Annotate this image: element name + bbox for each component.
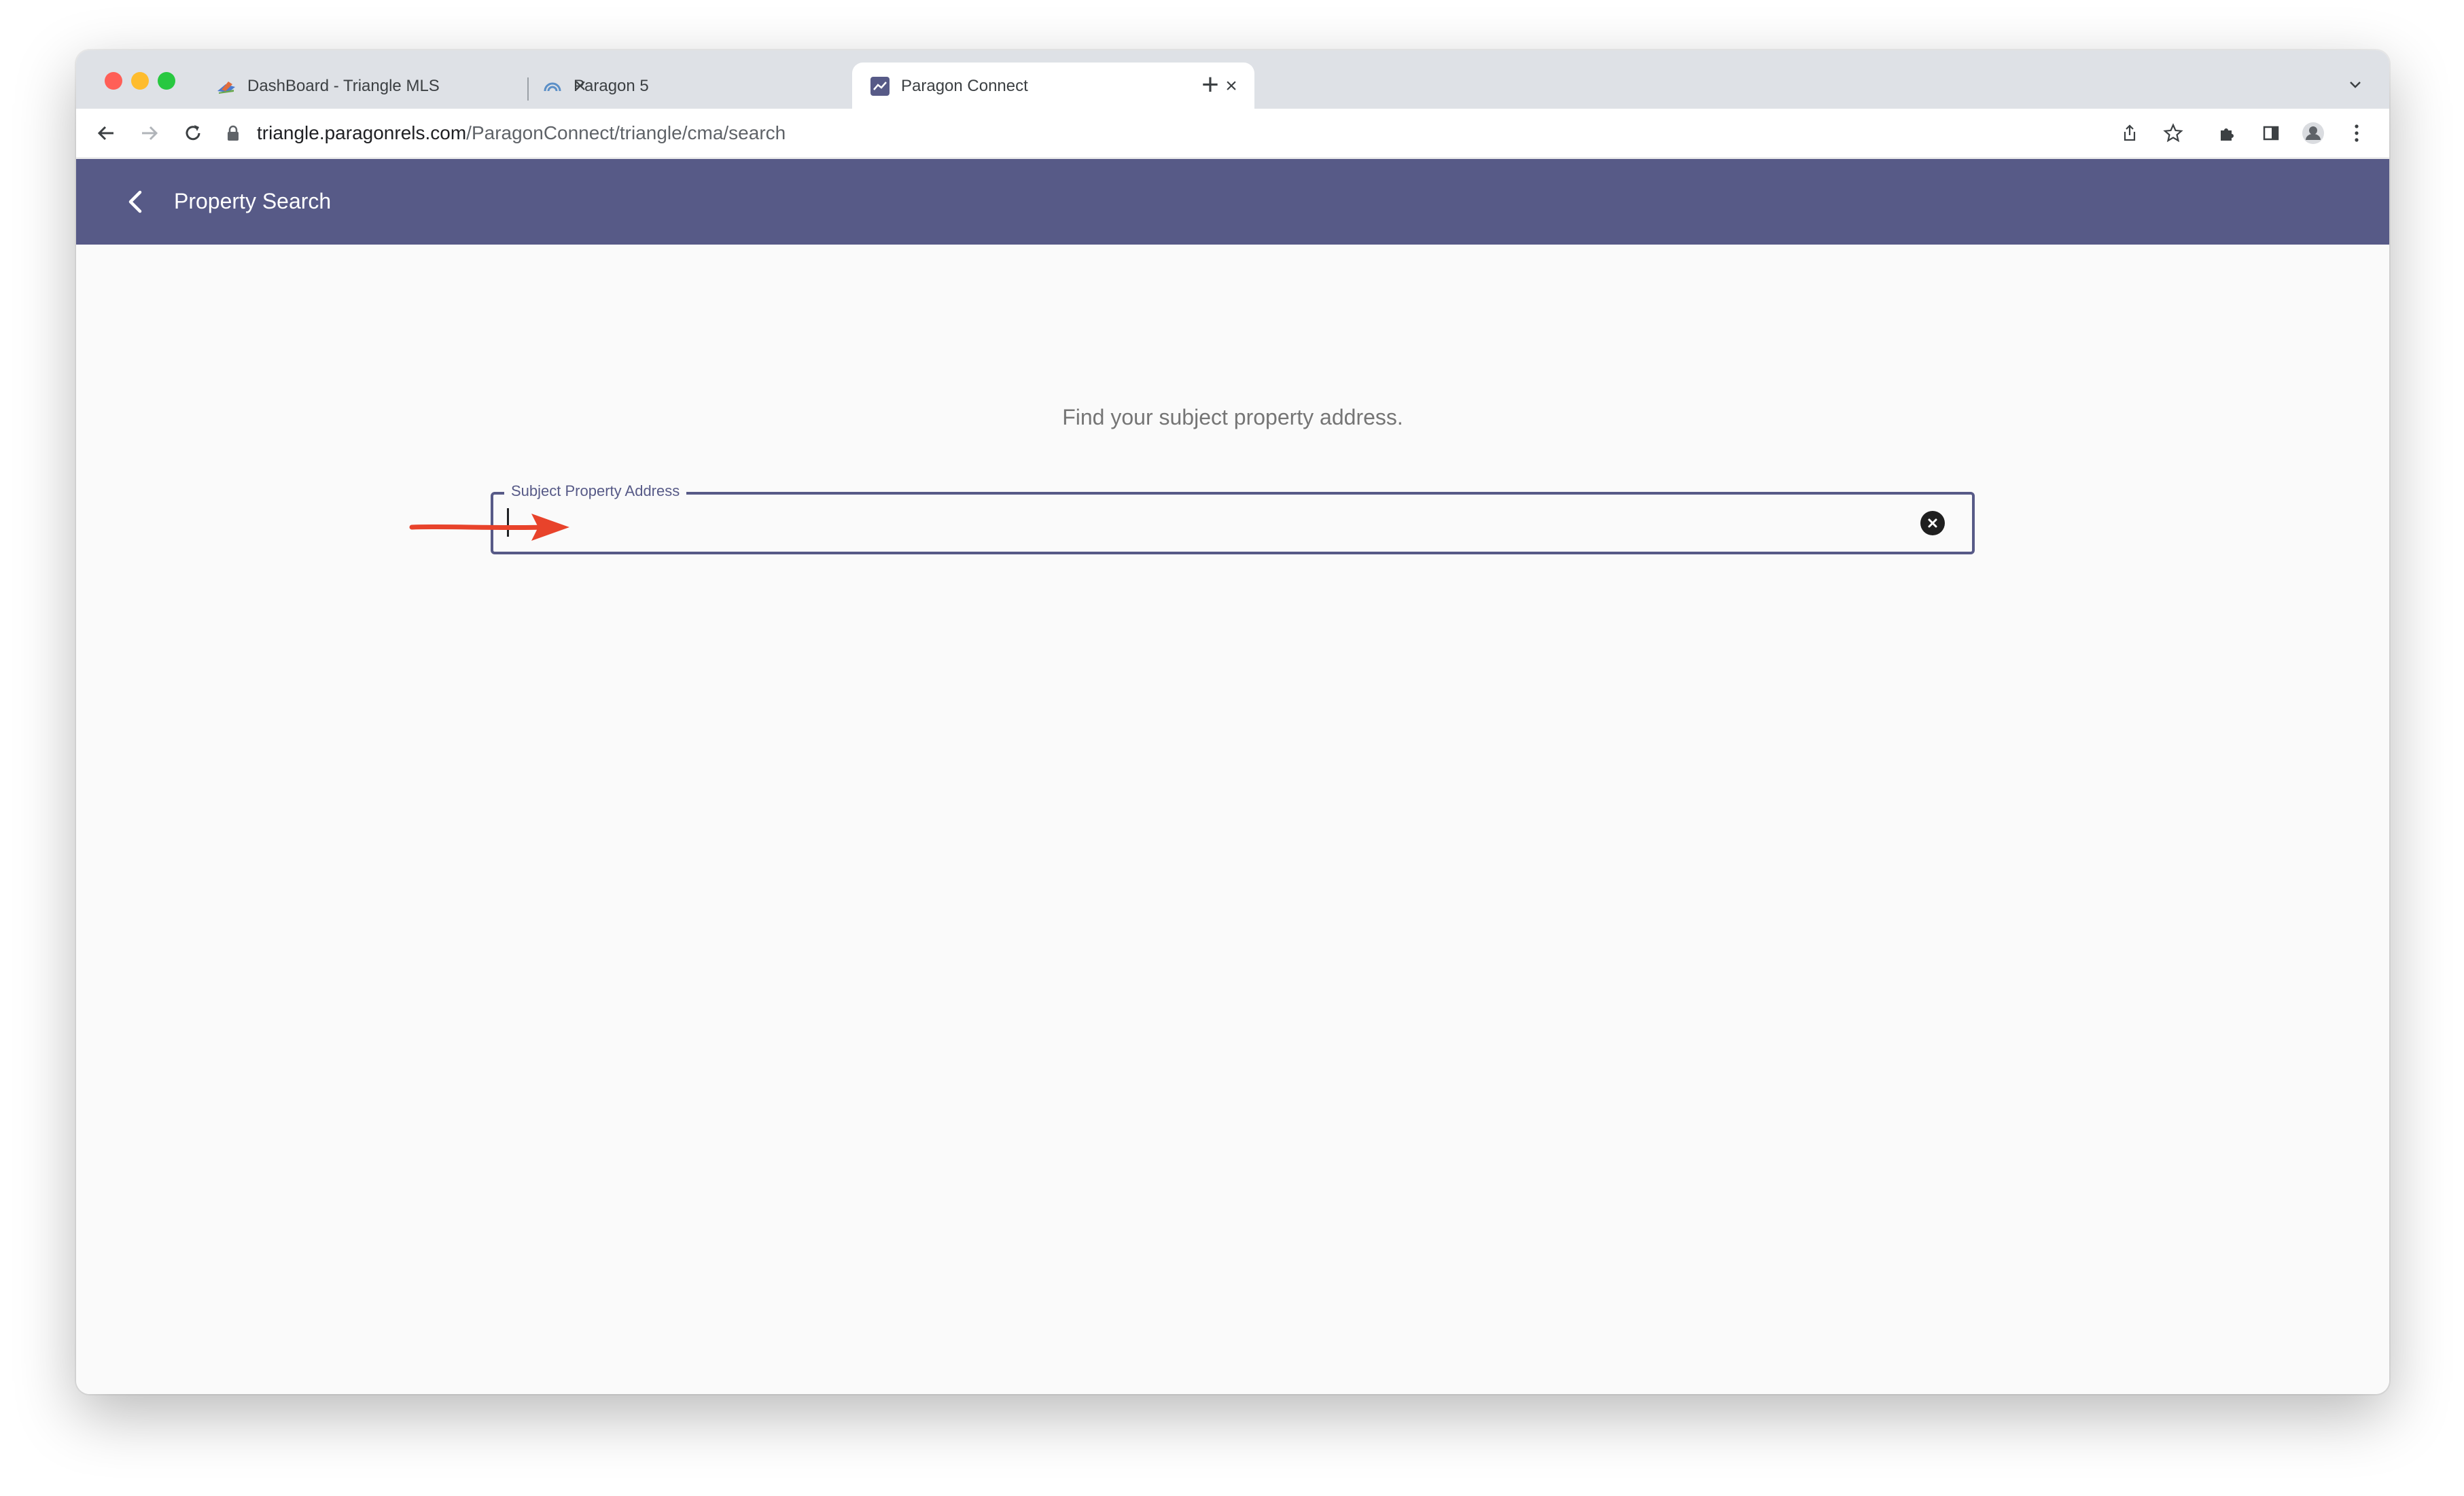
browser-window: DashBoard - Triangle MLS × Paragon 5 × P… — [76, 50, 2389, 1394]
side-panel-icon[interactable] — [2257, 120, 2285, 147]
triangle-mls-favicon-icon — [216, 76, 236, 96]
extensions-puzzle-icon[interactable] — [2214, 120, 2241, 147]
main-content: Find your subject property address. Subj… — [76, 245, 2389, 1394]
tab-search-chevron-down-icon[interactable] — [2342, 71, 2369, 98]
minimize-window-button[interactable] — [131, 72, 149, 90]
tab-separator — [527, 77, 529, 101]
maximize-window-button[interactable] — [158, 72, 175, 90]
tab-label: Paragon 5 — [574, 77, 649, 95]
url-text: triangle.paragonrels.com/ParagonConnect/… — [257, 122, 786, 144]
lock-icon — [226, 125, 242, 141]
share-icon[interactable] — [2116, 120, 2143, 147]
url-path: /ParagonConnect/triangle/cma/search — [466, 122, 786, 143]
close-window-button[interactable] — [105, 72, 122, 90]
subject-property-address-input[interactable] — [507, 503, 1896, 545]
url-domain: triangle.paragonrels.com — [257, 122, 467, 143]
browser-toolbar: triangle.paragonrels.com/ParagonConnect/… — [76, 109, 2389, 158]
page-title: Property Search — [174, 189, 332, 213]
paragon-connect-favicon-icon — [870, 76, 890, 96]
new-tab-plus-icon[interactable]: + — [1193, 68, 1227, 102]
paragon-favicon-icon — [542, 76, 563, 96]
back-chevron-icon[interactable] — [121, 187, 151, 217]
red-arrow-annotation-icon — [409, 514, 569, 541]
address-bar[interactable]: triangle.paragonrels.com/ParagonConnect/… — [136, 115, 2328, 151]
clear-input-icon[interactable] — [1920, 511, 1945, 535]
address-field-label: Subject Property Address — [504, 482, 687, 500]
tab-label: DashBoard - Triangle MLS — [247, 77, 440, 95]
back-arrow-icon[interactable] — [92, 120, 120, 147]
app-header: Property Search — [76, 159, 2389, 245]
profile-avatar-icon[interactable] — [2300, 120, 2327, 147]
tab-strip: DashBoard - Triangle MLS × Paragon 5 × P… — [76, 50, 2389, 110]
subject-property-address-field[interactable]: Subject Property Address — [491, 482, 1975, 554]
tab-label: Paragon Connect — [901, 77, 1028, 95]
search-prompt-text: Find your subject property address. — [1062, 405, 1403, 429]
more-menu-icon[interactable] — [2343, 120, 2370, 147]
bookmark-star-icon[interactable] — [2160, 120, 2187, 147]
